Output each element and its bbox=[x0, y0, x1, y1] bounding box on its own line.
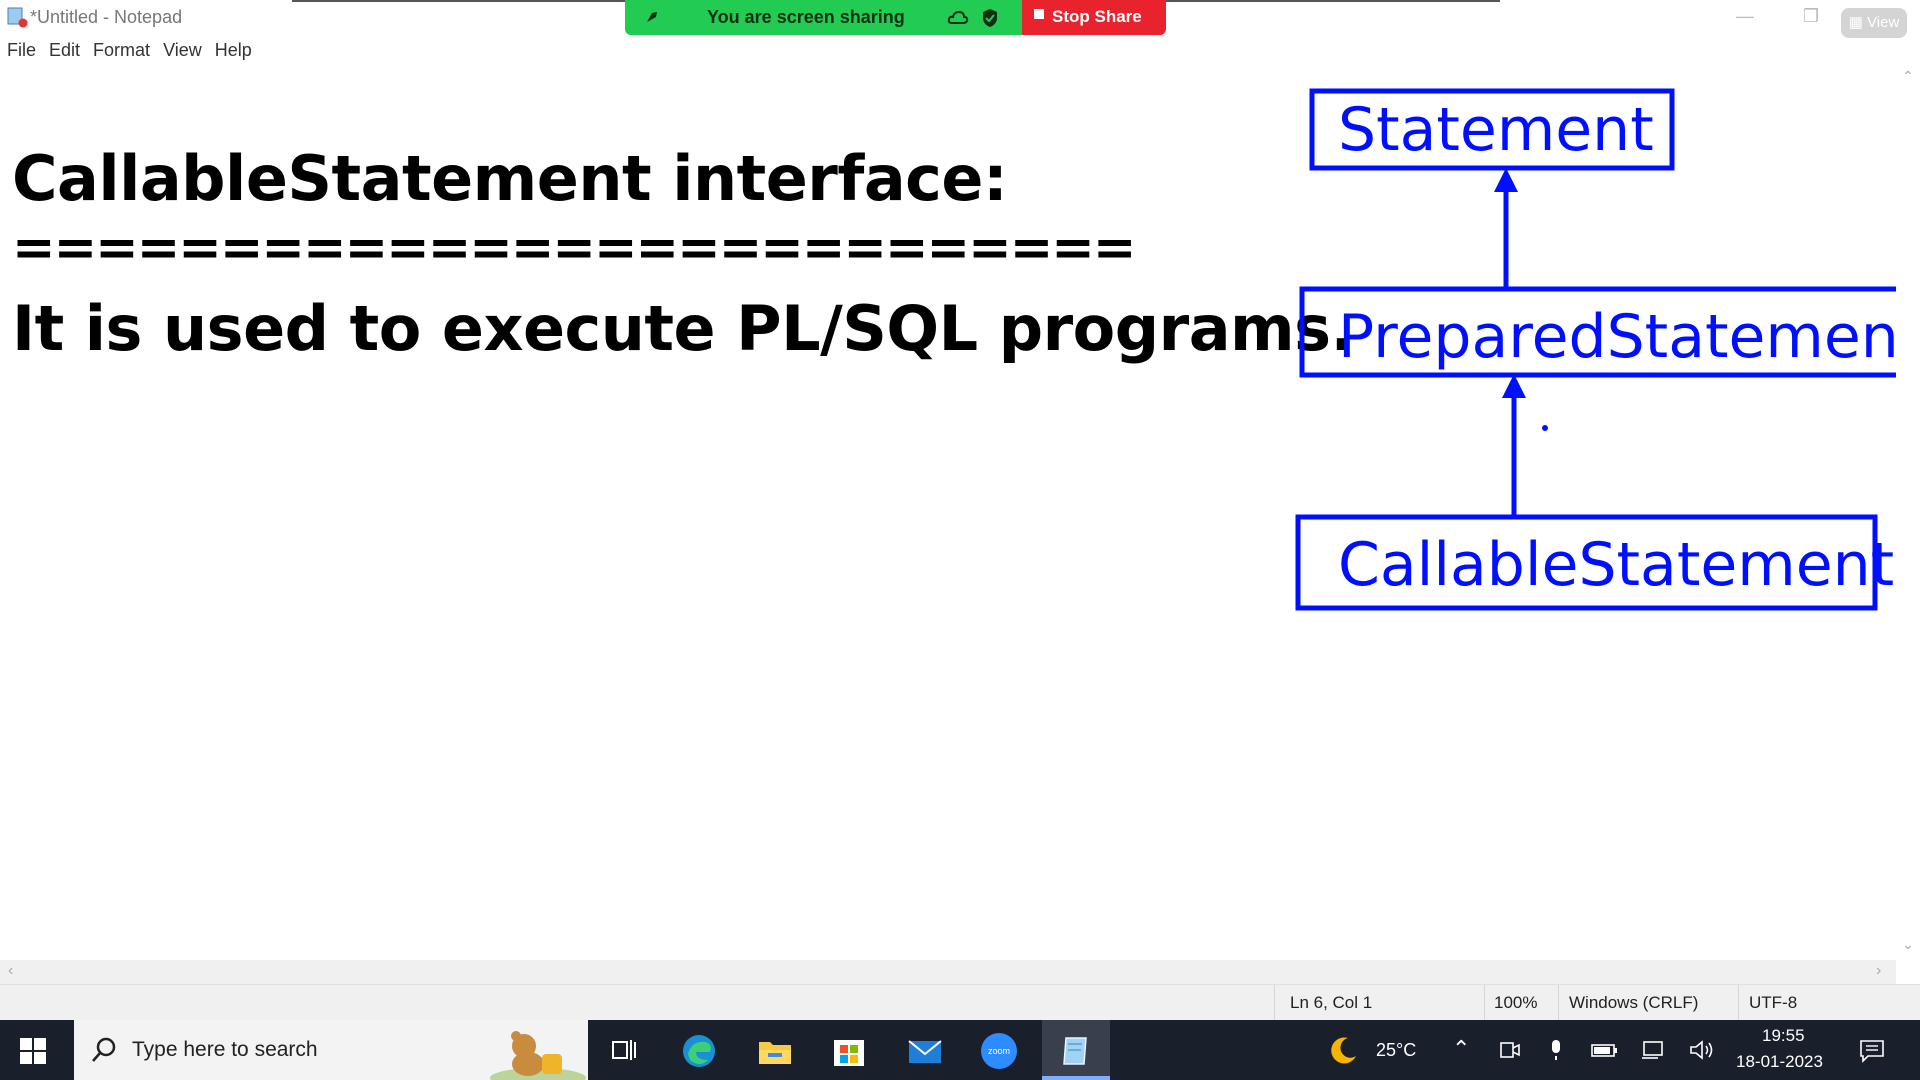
scroll-left-icon[interactable]: ‹ bbox=[8, 962, 13, 980]
zoom-level: 100% bbox=[1494, 993, 1538, 1012]
search-icon bbox=[92, 1037, 116, 1062]
search-placeholder: Type here to search bbox=[132, 1038, 318, 1061]
prepared-statement-label: PreparedStatement bbox=[1338, 302, 1920, 372]
cloud-icon[interactable] bbox=[947, 9, 969, 25]
scroll-up-icon[interactable]: ⌃ bbox=[1902, 68, 1914, 85]
menu-file[interactable]: File bbox=[7, 36, 36, 64]
vertical-scrollbar[interactable]: ⌃ ⌄ bbox=[1896, 64, 1920, 960]
editor-line-heading: CallableStatement interface: bbox=[12, 142, 1008, 215]
minimize-button[interactable]: — bbox=[1730, 6, 1760, 28]
windows-start-icon[interactable] bbox=[18, 1036, 48, 1066]
horizontal-scrollbar[interactable]: ‹ › bbox=[0, 960, 1896, 984]
svg-text:zoom: zoom bbox=[988, 1046, 1010, 1056]
file-explorer-icon[interactable] bbox=[756, 1032, 794, 1070]
moon-weather-icon[interactable] bbox=[1328, 1034, 1360, 1066]
edge-icon[interactable] bbox=[680, 1032, 718, 1070]
restore-button[interactable]: ❐ bbox=[1796, 6, 1826, 28]
status-divider bbox=[1738, 985, 1739, 1021]
active-app-indicator bbox=[1042, 1076, 1110, 1080]
task-view-icon[interactable] bbox=[604, 1032, 642, 1070]
weather-temperature[interactable]: 25°C bbox=[1376, 1040, 1416, 1061]
notifications-icon[interactable] bbox=[1858, 1038, 1886, 1064]
zoom-icon[interactable]: zoom bbox=[980, 1032, 1018, 1070]
search-highlight-image bbox=[490, 1031, 586, 1080]
screen-share-bar: You are screen sharing Stop Share bbox=[625, 0, 1166, 35]
network-icon[interactable] bbox=[1638, 1038, 1666, 1062]
arrow-head bbox=[1494, 168, 1518, 192]
window-title: *Untitled - Notepad bbox=[30, 7, 183, 27]
inheritance-diagram: Statement PreparedStatement CallableStat… bbox=[1295, 88, 1920, 611]
stop-share-button[interactable]: Stop Share bbox=[1022, 0, 1166, 35]
mail-icon[interactable] bbox=[906, 1032, 944, 1070]
battery-icon[interactable] bbox=[1590, 1038, 1618, 1062]
status-divider bbox=[1558, 985, 1559, 1021]
status-bar: Ln 6, Col 1 100% Windows (CRLF) UTF-8 bbox=[0, 984, 1920, 1021]
scroll-right-icon[interactable]: › bbox=[1876, 962, 1881, 980]
volume-icon[interactable] bbox=[1688, 1038, 1716, 1062]
menu-bar: File Edit Format View Help bbox=[0, 36, 258, 64]
share-status-text: You are screen sharing bbox=[707, 7, 905, 27]
scroll-down-icon[interactable]: ⌄ bbox=[1902, 936, 1914, 953]
pin-icon bbox=[647, 12, 657, 22]
stray-dot bbox=[1542, 425, 1548, 431]
menu-edit[interactable]: Edit bbox=[49, 36, 80, 64]
line-ending: Windows (CRLF) bbox=[1569, 993, 1699, 1012]
stop-share-label: Stop Share bbox=[1052, 7, 1142, 26]
status-divider bbox=[1484, 985, 1485, 1021]
menu-view[interactable]: View bbox=[163, 36, 202, 64]
encoding: UTF-8 bbox=[1749, 993, 1798, 1012]
clock-date[interactable]: 18-01-2023 bbox=[1736, 1052, 1823, 1072]
statement-label: Statement bbox=[1338, 95, 1654, 165]
taskbar: Type here to search zoom 25°C ⌃ 19:55 18… bbox=[0, 1020, 1920, 1080]
show-hidden-icons-chevron-icon[interactable]: ⌃ bbox=[1452, 1036, 1470, 1062]
taskbar-search-box[interactable]: Type here to search bbox=[74, 1020, 588, 1080]
notepad-icon[interactable] bbox=[1056, 1032, 1094, 1070]
stop-icon bbox=[1034, 9, 1044, 19]
store-icon[interactable] bbox=[830, 1032, 868, 1070]
arrow-head bbox=[1502, 374, 1526, 398]
clock-time[interactable]: 19:55 bbox=[1762, 1026, 1805, 1046]
zoom-view-button[interactable]: ▦ View bbox=[1841, 8, 1907, 38]
editor-line-underline: =========================== bbox=[12, 218, 1136, 278]
status-divider bbox=[1274, 985, 1275, 1021]
callable-statement-label: CallableStatement bbox=[1338, 530, 1894, 600]
microphone-icon[interactable] bbox=[1544, 1038, 1568, 1062]
cursor-position: Ln 6, Col 1 bbox=[1290, 993, 1373, 1012]
meet-now-icon[interactable] bbox=[1498, 1038, 1522, 1062]
menu-format[interactable]: Format bbox=[93, 36, 150, 64]
editor-line-description: It is used to execute PL/SQL programs. bbox=[12, 292, 1354, 365]
shield-icon[interactable] bbox=[981, 8, 999, 28]
notepad-app-icon bbox=[7, 7, 28, 28]
menu-help[interactable]: Help bbox=[215, 36, 252, 64]
share-status-panel: You are screen sharing bbox=[625, 0, 1022, 35]
